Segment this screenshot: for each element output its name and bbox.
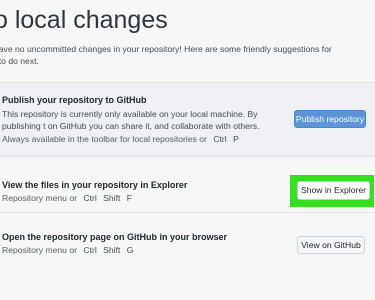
view-on-github-button[interactable]: View on GitHub: [297, 236, 365, 254]
github-card: Open the repository page on GitHub in yo…: [0, 224, 375, 264]
shortcut-key: P: [233, 134, 239, 144]
show-in-explorer-button[interactable]: Show in Explorer: [297, 181, 370, 200]
github-hint-text: Repository menu or: [2, 245, 77, 255]
shortcut-key: F: [126, 193, 132, 203]
intro-text: have no uncommitted changes in your repo…: [0, 44, 332, 66]
shortcut-key: Ctrl: [83, 193, 97, 203]
publish-title: Publish your repository to GitHub: [2, 95, 147, 105]
shortcut-key: Ctrl: [83, 245, 97, 255]
shortcut-key: G: [126, 245, 134, 255]
shortcut-key: Ctrl: [213, 134, 227, 144]
github-title: Open the repository page on GitHub in yo…: [2, 232, 228, 242]
publish-repository-button[interactable]: Publish repository: [294, 110, 366, 128]
shortcut-key: Shift: [103, 245, 121, 255]
github-hint: Repository menu or Ctrl Shift G: [2, 245, 133, 255]
explorer-hint-text: Repository menu or: [2, 193, 77, 203]
publish-description: This repository is currently only availa…: [2, 109, 260, 131]
publish-hint-text: Always available in the toolbar for loca…: [2, 134, 207, 144]
publish-hint: Always available in the toolbar for loca…: [2, 134, 239, 144]
explorer-title: View the files in your repository in Exp…: [2, 180, 188, 190]
page-title: o local changes: [0, 6, 168, 34]
shortcut-key: Shift: [103, 193, 121, 203]
publish-card: Publish your repository to GitHub This r…: [0, 82, 375, 157]
explorer-hint: Repository menu or Ctrl Shift F: [2, 193, 132, 203]
